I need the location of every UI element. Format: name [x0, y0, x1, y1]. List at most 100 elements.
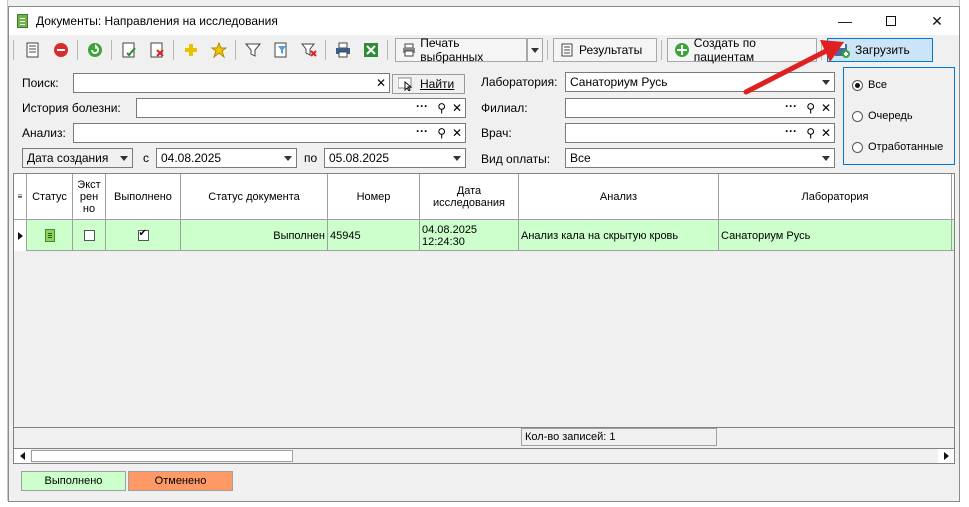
view-document-button[interactable] [21, 38, 45, 62]
done-checkbox[interactable] [137, 228, 149, 241]
cell-done[interactable] [106, 220, 181, 251]
load-button[interactable]: Загрузить [827, 38, 933, 62]
print-selected-button[interactable]: Печать выбранных [395, 36, 527, 64]
clear-branch-icon[interactable]: ✕ [821, 102, 831, 114]
printer-icon [336, 42, 350, 58]
scroll-right-button[interactable] [938, 449, 954, 463]
cell-laboratory: Санаториум Русь [719, 220, 952, 251]
cell-urgent[interactable] [73, 220, 106, 251]
clear-filter-button[interactable] [297, 38, 321, 62]
filter-icon [245, 43, 261, 57]
horizontal-scrollbar[interactable] [13, 448, 955, 464]
results-document-icon [561, 43, 573, 57]
from-label: с [143, 151, 149, 165]
to-label: по [304, 151, 318, 165]
clear-doctor-icon[interactable]: ✕ [821, 127, 831, 139]
clear-analysis-icon[interactable]: ✕ [452, 127, 462, 139]
col-doc-status[interactable]: Статус документа [181, 174, 328, 220]
clear-search-icon[interactable]: ✕ [376, 77, 386, 89]
cell-date-day: 04.08.2025 [422, 223, 478, 236]
create-by-patients-button[interactable]: Создать по пациентам [667, 36, 817, 64]
toolbar-separator [821, 40, 822, 60]
close-window-button[interactable]: ✕ [914, 7, 960, 35]
doctor-input[interactable]: ··· ⚲ ✕ [565, 123, 835, 143]
grid-header: ≡ Статус Экстренно Выполнено Статус доку… [14, 174, 954, 220]
radio-circle-icon [852, 141, 863, 153]
col-analysis[interactable]: Анализ [519, 174, 719, 220]
excel-icon [364, 43, 378, 57]
cell-number: 45945 [328, 220, 420, 251]
radio-all[interactable]: Все [852, 79, 887, 91]
col-urgent[interactable]: Экстренно [73, 174, 106, 220]
ellipsis-icon[interactable]: ··· [785, 100, 797, 112]
toolbar-separator [111, 40, 112, 60]
date-type-select[interactable]: Дата создания [22, 148, 133, 168]
add-star-icon [185, 44, 197, 56]
maximize-button[interactable] [868, 7, 914, 35]
mark-done-button[interactable] [117, 38, 141, 62]
add-button[interactable] [179, 38, 203, 62]
ellipsis-icon[interactable]: ··· [416, 125, 428, 137]
urgent-checkbox[interactable] [83, 230, 95, 241]
refresh-icon [88, 43, 102, 57]
scroll-thumb[interactable] [31, 450, 293, 462]
radio-queue[interactable]: Очередь [852, 110, 913, 122]
favorite-button[interactable] [207, 38, 231, 62]
search-icon[interactable]: ⚲ [806, 102, 815, 114]
date-to-picker[interactable]: 05.08.2025 [324, 148, 466, 168]
search-icon[interactable]: ⚲ [806, 127, 815, 139]
filter-edit-icon [274, 42, 287, 58]
cell-date: 04.08.2025 12:24:30 [420, 220, 519, 251]
date-from-picker[interactable]: 04.08.2025 [156, 148, 297, 168]
minimize-button[interactable]: — [822, 7, 868, 35]
delete-button[interactable] [49, 38, 73, 62]
col-number[interactable]: Номер [328, 174, 420, 220]
load-icon [835, 44, 850, 58]
results-button[interactable]: Результаты [553, 38, 657, 62]
toolbar-separator [235, 40, 236, 60]
col-laboratory[interactable]: Лаборатория [719, 174, 952, 220]
clear-history-icon[interactable]: ✕ [452, 102, 462, 114]
toolbar-separator [77, 40, 78, 60]
close-icon: ✕ [931, 12, 943, 29]
scroll-left-button[interactable] [14, 449, 30, 463]
filter-panel: Поиск: ✕ Найти История болезни: ··· ⚲ ✕ … [9, 67, 961, 175]
column-list-icon: ≡ [17, 192, 23, 201]
legend-done: Выполнено [21, 471, 126, 491]
cell-doc-status: Выполнен [181, 220, 328, 251]
minimize-icon: — [838, 13, 852, 29]
payment-select[interactable]: Все [565, 148, 835, 168]
record-count: Кол-во записей: 1 [521, 428, 717, 446]
filter-button[interactable] [241, 38, 265, 62]
radio-processed[interactable]: Отработанные [852, 141, 943, 153]
print-button[interactable] [331, 38, 355, 62]
col-date[interactable]: Дата исследования [420, 174, 519, 220]
arrow-left-icon [19, 452, 25, 460]
radio-circle-icon [852, 79, 863, 91]
cell-analysis: Анализ кала на скрытую кровь [519, 220, 719, 251]
document-view-icon [26, 42, 39, 58]
col-done[interactable]: Выполнено [106, 174, 181, 220]
ellipsis-icon[interactable]: ··· [416, 100, 428, 112]
print-selected-dropdown[interactable] [527, 38, 543, 62]
search-icon[interactable]: ⚲ [437, 102, 446, 114]
excel-export-button[interactable] [359, 38, 383, 62]
ellipsis-icon[interactable]: ··· [785, 125, 797, 137]
search-input[interactable]: ✕ [73, 73, 390, 93]
column-chooser-button[interactable]: ≡ [14, 174, 27, 220]
col-status[interactable]: Статус [27, 174, 73, 220]
laboratory-select[interactable]: Санаториум Русь [565, 72, 835, 92]
chevron-down-icon [284, 156, 292, 161]
history-input[interactable]: ··· ⚲ ✕ [136, 98, 466, 118]
filter-edit-button[interactable] [269, 38, 293, 62]
mark-cancel-button[interactable] [145, 38, 169, 62]
table-row[interactable]: Выполнен 45945 04.08.2025 12:24:30 Анали… [14, 220, 954, 251]
payment-label: Вид оплаты: [481, 152, 551, 166]
find-button[interactable]: Найти [392, 74, 465, 94]
refresh-button[interactable] [83, 38, 107, 62]
search-icon[interactable]: ⚲ [437, 127, 446, 139]
analysis-input[interactable]: ··· ⚲ ✕ [73, 123, 466, 143]
background-window-edge-left [0, 0, 8, 507]
printer-icon [403, 43, 415, 57]
branch-input[interactable]: ··· ⚲ ✕ [565, 98, 835, 118]
